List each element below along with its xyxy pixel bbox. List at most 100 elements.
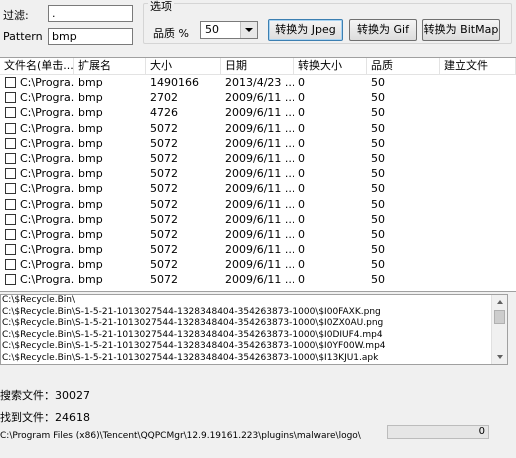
log-box[interactable]: C:\$Recycle.Bin\ C:\$Recycle.Bin\S-1-5-21… [0, 294, 508, 365]
cell-converted-size: 0 [298, 76, 305, 89]
scroll-down-icon[interactable] [492, 350, 507, 364]
row-checkbox[interactable] [5, 259, 16, 271]
cell-create-file [442, 181, 516, 196]
cell-create-file [442, 121, 516, 136]
table-row[interactable]: C:\Progra... bmp 1490166 2013/4/23 ... 0 50 [0, 75, 516, 90]
column-header-date[interactable]: 日期 [221, 58, 294, 75]
cell-quality: 50 [371, 227, 385, 241]
cell-quality: 50 [371, 121, 385, 135]
cell-date: 2009/6/11 ... [225, 121, 294, 135]
row-checkbox[interactable] [5, 77, 16, 88]
cell-date: 2009/6/11 ... [225, 167, 294, 181]
cell-quality: 50 [371, 243, 385, 257]
cell-create-file [442, 166, 516, 181]
cell-converted-size: 0 [298, 106, 305, 120]
cell-converted-size: 0 [298, 197, 305, 211]
column-header-quality[interactable]: 品质 [367, 58, 440, 75]
progress-box: 0 [387, 425, 489, 439]
row-checkbox[interactable] [5, 137, 16, 149]
cell-date: 2009/6/11 ... [225, 136, 294, 150]
cell-size: 5072 [150, 151, 178, 165]
convert-jpeg-button[interactable]: 转换为 Jpeg [268, 19, 343, 41]
cell-create-file [442, 272, 516, 287]
cell-date: 2009/6/11 ... [225, 151, 294, 165]
cell-converted-size: 0 [298, 243, 305, 257]
convert-gif-button[interactable]: 转换为 Gif [349, 19, 417, 41]
file-list[interactable]: 文件名(单击... 扩展名 大小 日期 转换大小 品质 建立文件 C:\Prog… [0, 57, 516, 292]
cell-create-file [442, 197, 516, 212]
log-scrollbar[interactable] [491, 295, 507, 364]
pattern-input[interactable]: bmp [48, 28, 133, 45]
cell-extension: bmp [78, 273, 103, 287]
table-row[interactable]: C:\Progra... bmp 5072 2009/6/11 ... 0 50 [0, 212, 516, 227]
cell-filename: C:\Progra... [20, 243, 74, 257]
column-header-filename[interactable]: 文件名(单击... [0, 58, 74, 75]
cell-quality: 50 [371, 212, 385, 226]
current-path: C:\Program Files (x86)\Tencent\QQPCMgr\1… [0, 431, 361, 441]
cell-create-file [442, 212, 516, 227]
quality-select[interactable]: 50 [200, 21, 258, 39]
column-header-converted-size[interactable]: 转换大小 [294, 58, 367, 75]
cell-size: 5072 [150, 212, 178, 226]
cell-quality: 50 [371, 76, 385, 89]
row-checkbox[interactable] [5, 168, 16, 180]
convert-bitmap-button[interactable]: 转换为 BitMap [422, 19, 500, 41]
cell-converted-size: 0 [298, 227, 305, 241]
table-row[interactable]: C:\Progra... bmp 5072 2009/6/11 ... 0 50 [0, 242, 516, 257]
table-row[interactable]: C:\Progra... bmp 5072 2009/6/11 ... 0 50 [0, 272, 516, 287]
cell-date: 2009/6/11 ... [225, 91, 294, 105]
cell-date: 2013/4/23 ... [225, 76, 294, 89]
table-row[interactable]: C:\Progra... bmp 5072 2009/6/11 ... 0 50 [0, 151, 516, 166]
cell-filename: C:\Progra... [20, 227, 74, 241]
row-checkbox[interactable] [5, 244, 16, 256]
row-checkbox[interactable] [5, 274, 16, 286]
row-checkbox[interactable] [5, 228, 16, 240]
filter-label: 过滤: [3, 9, 29, 22]
row-checkbox[interactable] [5, 198, 16, 210]
cell-converted-size: 0 [298, 167, 305, 181]
column-header-size[interactable]: 大小 [146, 58, 221, 75]
row-checkbox[interactable] [5, 213, 16, 225]
table-row[interactable]: C:\Progra... bmp 5072 2009/6/11 ... 0 50 [0, 166, 516, 181]
table-row[interactable]: C:\Progra... bmp 5072 2009/6/11 ... 0 50 [0, 227, 516, 242]
row-checkbox[interactable] [5, 122, 16, 134]
progress-value: 0 [478, 426, 485, 437]
table-row[interactable]: C:\Progra... bmp 5072 2009/6/11 ... 0 50 [0, 181, 516, 196]
cell-extension: bmp [78, 243, 103, 257]
list-header: 文件名(单击... 扩展名 大小 日期 转换大小 品质 建立文件 [0, 58, 516, 75]
cell-size: 5072 [150, 258, 178, 272]
column-header-create-file[interactable]: 建立文件 [440, 58, 516, 75]
row-checkbox[interactable] [5, 152, 16, 164]
chevron-down-icon[interactable] [240, 22, 257, 38]
row-checkbox[interactable] [5, 183, 16, 195]
row-checkbox[interactable] [5, 92, 16, 104]
row-checkbox[interactable] [5, 107, 16, 119]
table-row[interactable]: C:\Progra... bmp 5072 2009/6/11 ... 0 50 [0, 121, 516, 136]
cell-create-file [442, 242, 516, 257]
cell-date: 2009/6/11 ... [225, 182, 294, 196]
cell-size: 5072 [150, 197, 178, 211]
scroll-up-icon[interactable] [492, 295, 507, 309]
cell-converted-size: 0 [298, 91, 305, 105]
cell-filename: C:\Progra... [20, 121, 74, 135]
cell-date: 2009/6/11 ... [225, 258, 294, 272]
table-row[interactable]: C:\Progra... bmp 2702 2009/6/11 ... 0 50 [0, 90, 516, 105]
filter-input[interactable]: . [48, 5, 133, 22]
table-row[interactable]: C:\Progra... bmp 5072 2009/6/11 ... 0 50 [0, 257, 516, 272]
table-row[interactable]: C:\Progra... bmp 5072 2009/6/11 ... 0 50 [0, 136, 516, 151]
cell-create-file [442, 257, 516, 272]
cell-extension: bmp [78, 182, 103, 196]
cell-quality: 50 [371, 167, 385, 181]
cell-create-file [442, 75, 516, 90]
column-header-extension[interactable]: 扩展名 [74, 58, 146, 75]
cell-extension: bmp [78, 197, 103, 211]
cell-filename: C:\Progra... [20, 197, 74, 211]
searched-count: 搜索文件：30027 [0, 389, 90, 402]
cell-filename: C:\Progra... [20, 106, 74, 120]
table-row[interactable]: C:\Progra... bmp 5072 2009/6/11 ... 0 50 [0, 197, 516, 212]
cell-quality: 50 [371, 197, 385, 211]
cell-extension: bmp [78, 91, 103, 105]
table-row[interactable]: C:\Progra... bmp 4726 2009/6/11 ... 0 50 [0, 105, 516, 120]
scroll-thumb[interactable] [494, 310, 505, 324]
cell-extension: bmp [78, 136, 103, 150]
